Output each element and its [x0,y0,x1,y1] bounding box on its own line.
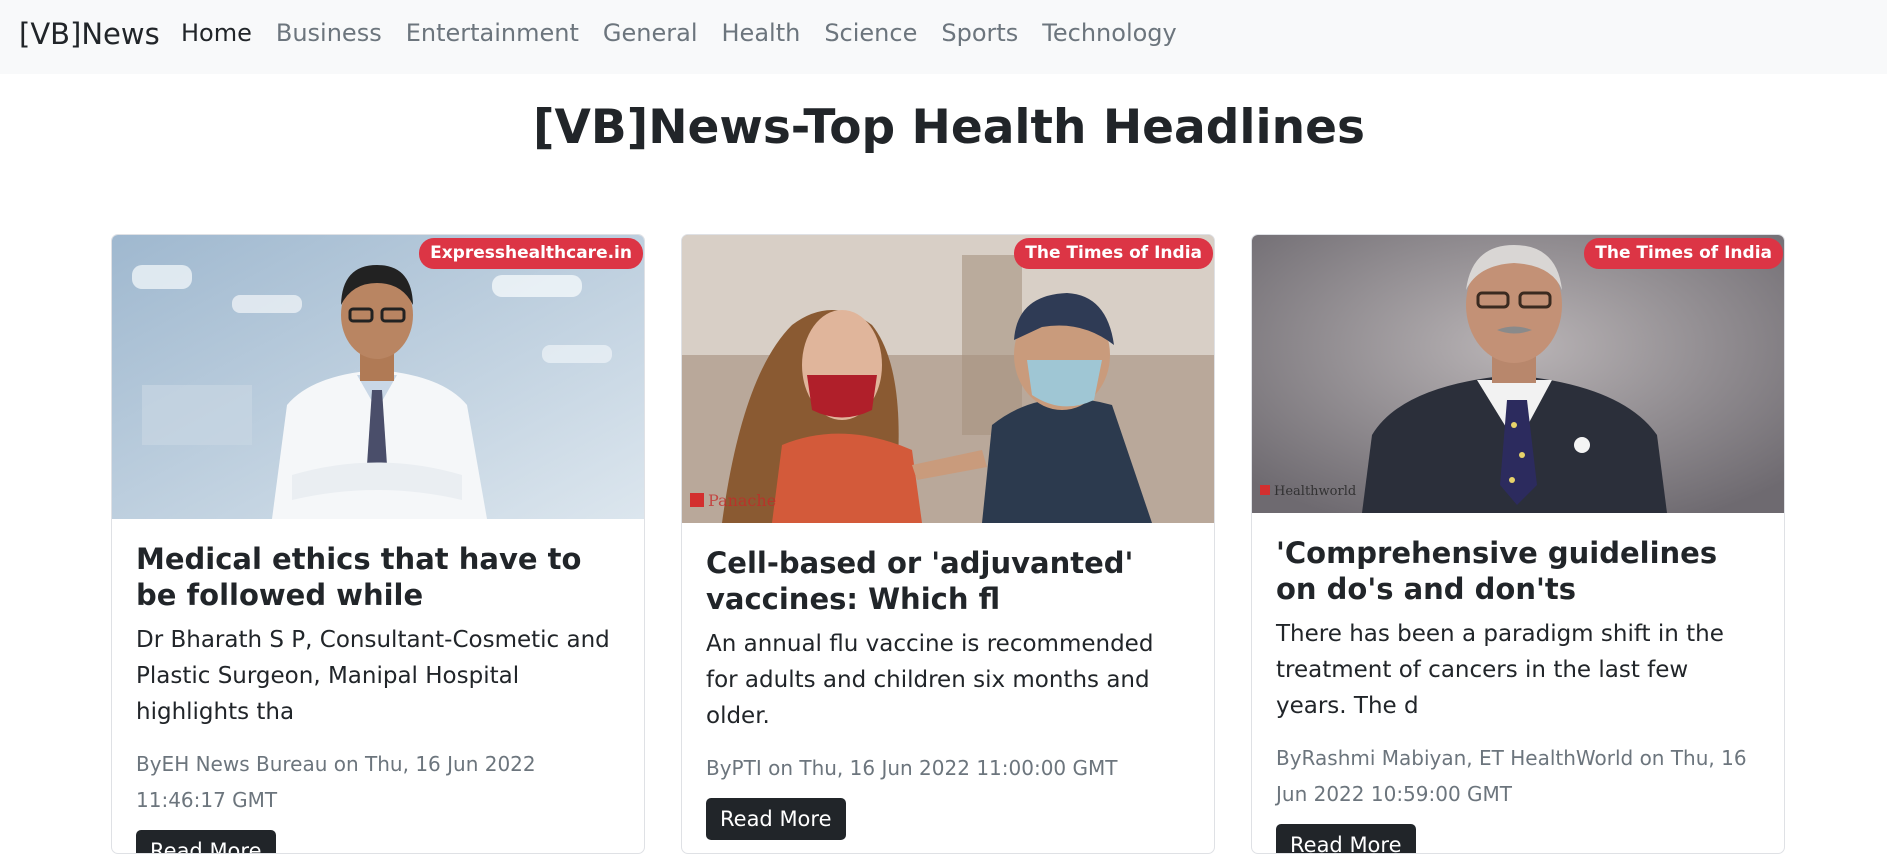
nav-item-science[interactable]: Science [824,19,917,47]
news-card: Healthworld The Times of India 'Comprehe… [1251,234,1785,854]
nav-menu: Home Business Entertainment General Heal… [181,19,1177,47]
nav-item-general[interactable]: General [603,19,698,47]
nav-item-business[interactable]: Business [276,19,382,47]
news-card: Expresshealthcare.in Medical ethics that… [111,234,645,854]
source-badge: The Times of India [1584,238,1783,269]
article-title: 'Comprehensive guidelines on do's and do… [1276,536,1718,606]
card-body: Medical ethics that have to be followed … [136,541,620,853]
image-watermark: Panache [708,491,776,510]
source-badge: The Times of India [1014,238,1213,269]
page-title: [VB]News-Top Health Headlines [533,100,1365,155]
nav-item-home[interactable]: Home [181,19,252,47]
article-image[interactable]: Healthworld [1252,235,1784,513]
source-badge: Expresshealthcare.in [419,238,643,269]
brand-logo-link[interactable]: [VB]News [19,17,160,51]
nav-item-technology[interactable]: Technology [1042,19,1176,47]
portrait-photo-image: Healthworld [1252,235,1784,513]
navbar: [VB]News Home Business Entertainment Gen… [0,0,1887,74]
nav-item-sports[interactable]: Sports [941,19,1018,47]
image-watermark: Healthworld [1274,484,1356,499]
doctor-photo-image [112,235,644,519]
news-card: Panache The Times of India Cell-based or… [681,234,1215,854]
article-description: There has been a paradigm shift in the t… [1276,621,1724,719]
card-body: Cell-based or 'adjuvanted' vaccines: Whi… [706,545,1190,840]
article-image[interactable]: Panache [682,235,1214,523]
article-meta: ByRashmi Mabiyan, ET HealthWorld on Thu,… [1276,746,1747,806]
vaccination-photo-image: Panache [682,235,1214,523]
article-meta: ByPTI on Thu, 16 Jun 2022 11:00:00 GMT [706,756,1118,780]
card-body: 'Comprehensive guidelines on do's and do… [1276,535,1760,853]
article-meta: ByEH News Bureau on Thu, 16 Jun 2022 11:… [136,752,536,812]
nav-item-health[interactable]: Health [722,19,801,47]
read-more-button[interactable]: Read More [1276,824,1416,853]
article-description: An annual flu vaccine is recommended for… [706,631,1154,729]
article-description: Dr Bharath S P, Consultant-Cosmetic and … [136,627,610,725]
article-title: Cell-based or 'adjuvanted' vaccines: Whi… [706,546,1134,616]
nav-item-entertainment[interactable]: Entertainment [406,19,579,47]
article-title: Medical ethics that have to be followed … [136,542,582,612]
article-image[interactable] [112,235,644,519]
